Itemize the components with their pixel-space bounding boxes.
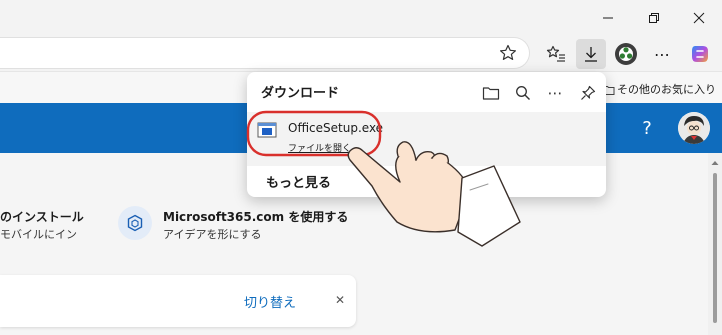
file-type-icon [257, 122, 277, 138]
feature-microsoft365-title: Microsoft365.com を使用する [163, 210, 349, 224]
settings-more-button[interactable]: ⋯ [647, 39, 677, 69]
restore-button[interactable] [639, 4, 669, 32]
minimize-button[interactable] [593, 4, 623, 32]
folder-icon [482, 87, 500, 100]
extension-icon [615, 43, 637, 65]
download-icon [585, 47, 597, 62]
extension-button[interactable] [611, 39, 641, 69]
more-icon: ⋯ [547, 84, 563, 102]
notice-close-button[interactable]: ✕ [330, 289, 350, 311]
avatar[interactable] [678, 112, 710, 144]
close-icon [693, 12, 705, 24]
pin-icon [581, 85, 596, 100]
help-button[interactable]: ? [636, 116, 658, 140]
microsoft365-icon-badge [118, 206, 152, 240]
restore-icon [649, 13, 659, 23]
feature-install-title: のインストール [0, 210, 84, 224]
favorites-button[interactable] [541, 39, 571, 69]
search-downloads-button[interactable] [510, 80, 536, 106]
avatar-icon [678, 112, 710, 144]
copilot-icon [692, 46, 708, 62]
search-icon [516, 86, 530, 100]
downloads-title: ダウンロード [261, 86, 340, 101]
open-downloads-folder-button[interactable] [478, 80, 504, 106]
downloads-panel: ダウンロード ⋯ OfficeSetup.exe ファイルを開く もっと見る [247, 72, 606, 197]
feature-microsoft365[interactable]: Microsoft365.com を使用する アイデアを形にする [163, 206, 348, 246]
feature-install-subtitle: モバイルにイン [0, 228, 77, 241]
address-bar[interactable] [0, 37, 530, 69]
add-favorite-button[interactable] [499, 44, 521, 64]
microsoft365-icon [127, 214, 143, 232]
pin-downloads-button[interactable] [575, 80, 601, 106]
copilot-button[interactable] [685, 39, 715, 69]
other-favorites-label[interactable]: その他のお気に入り [617, 81, 716, 97]
star-icon [500, 44, 516, 60]
download-item[interactable]: OfficeSetup.exe ファイルを開く [247, 112, 606, 166]
download-filename: OfficeSetup.exe [288, 121, 384, 135]
see-more-link[interactable]: もっと見る [266, 172, 331, 191]
downloads-button[interactable] [576, 39, 606, 69]
close-icon: ✕ [334, 293, 346, 307]
scrollbar-thumb[interactable] [713, 173, 717, 323]
installer-file-icon [257, 122, 277, 138]
title-bar [0, 0, 722, 36]
navigation-bar: ⋯ [0, 36, 722, 71]
minimize-icon [603, 17, 613, 19]
open-file-link[interactable]: ファイルを開く [288, 141, 351, 154]
help-icon: ? [642, 117, 652, 139]
scroll-up-icon [711, 161, 719, 165]
close-window-button[interactable] [684, 4, 714, 32]
feature-install[interactable]: のインストール モバイルにイン [0, 206, 114, 246]
downloads-more-button[interactable]: ⋯ [542, 80, 568, 106]
scrollbar[interactable] [708, 153, 722, 335]
feature-microsoft365-subtitle: アイデアを形にする [163, 228, 262, 241]
more-icon: ⋯ [654, 44, 670, 64]
switch-link[interactable]: 切り替え [244, 292, 296, 311]
notice-card: 切り替え ✕ [0, 275, 356, 327]
favorites-star-list-icon [546, 45, 565, 62]
